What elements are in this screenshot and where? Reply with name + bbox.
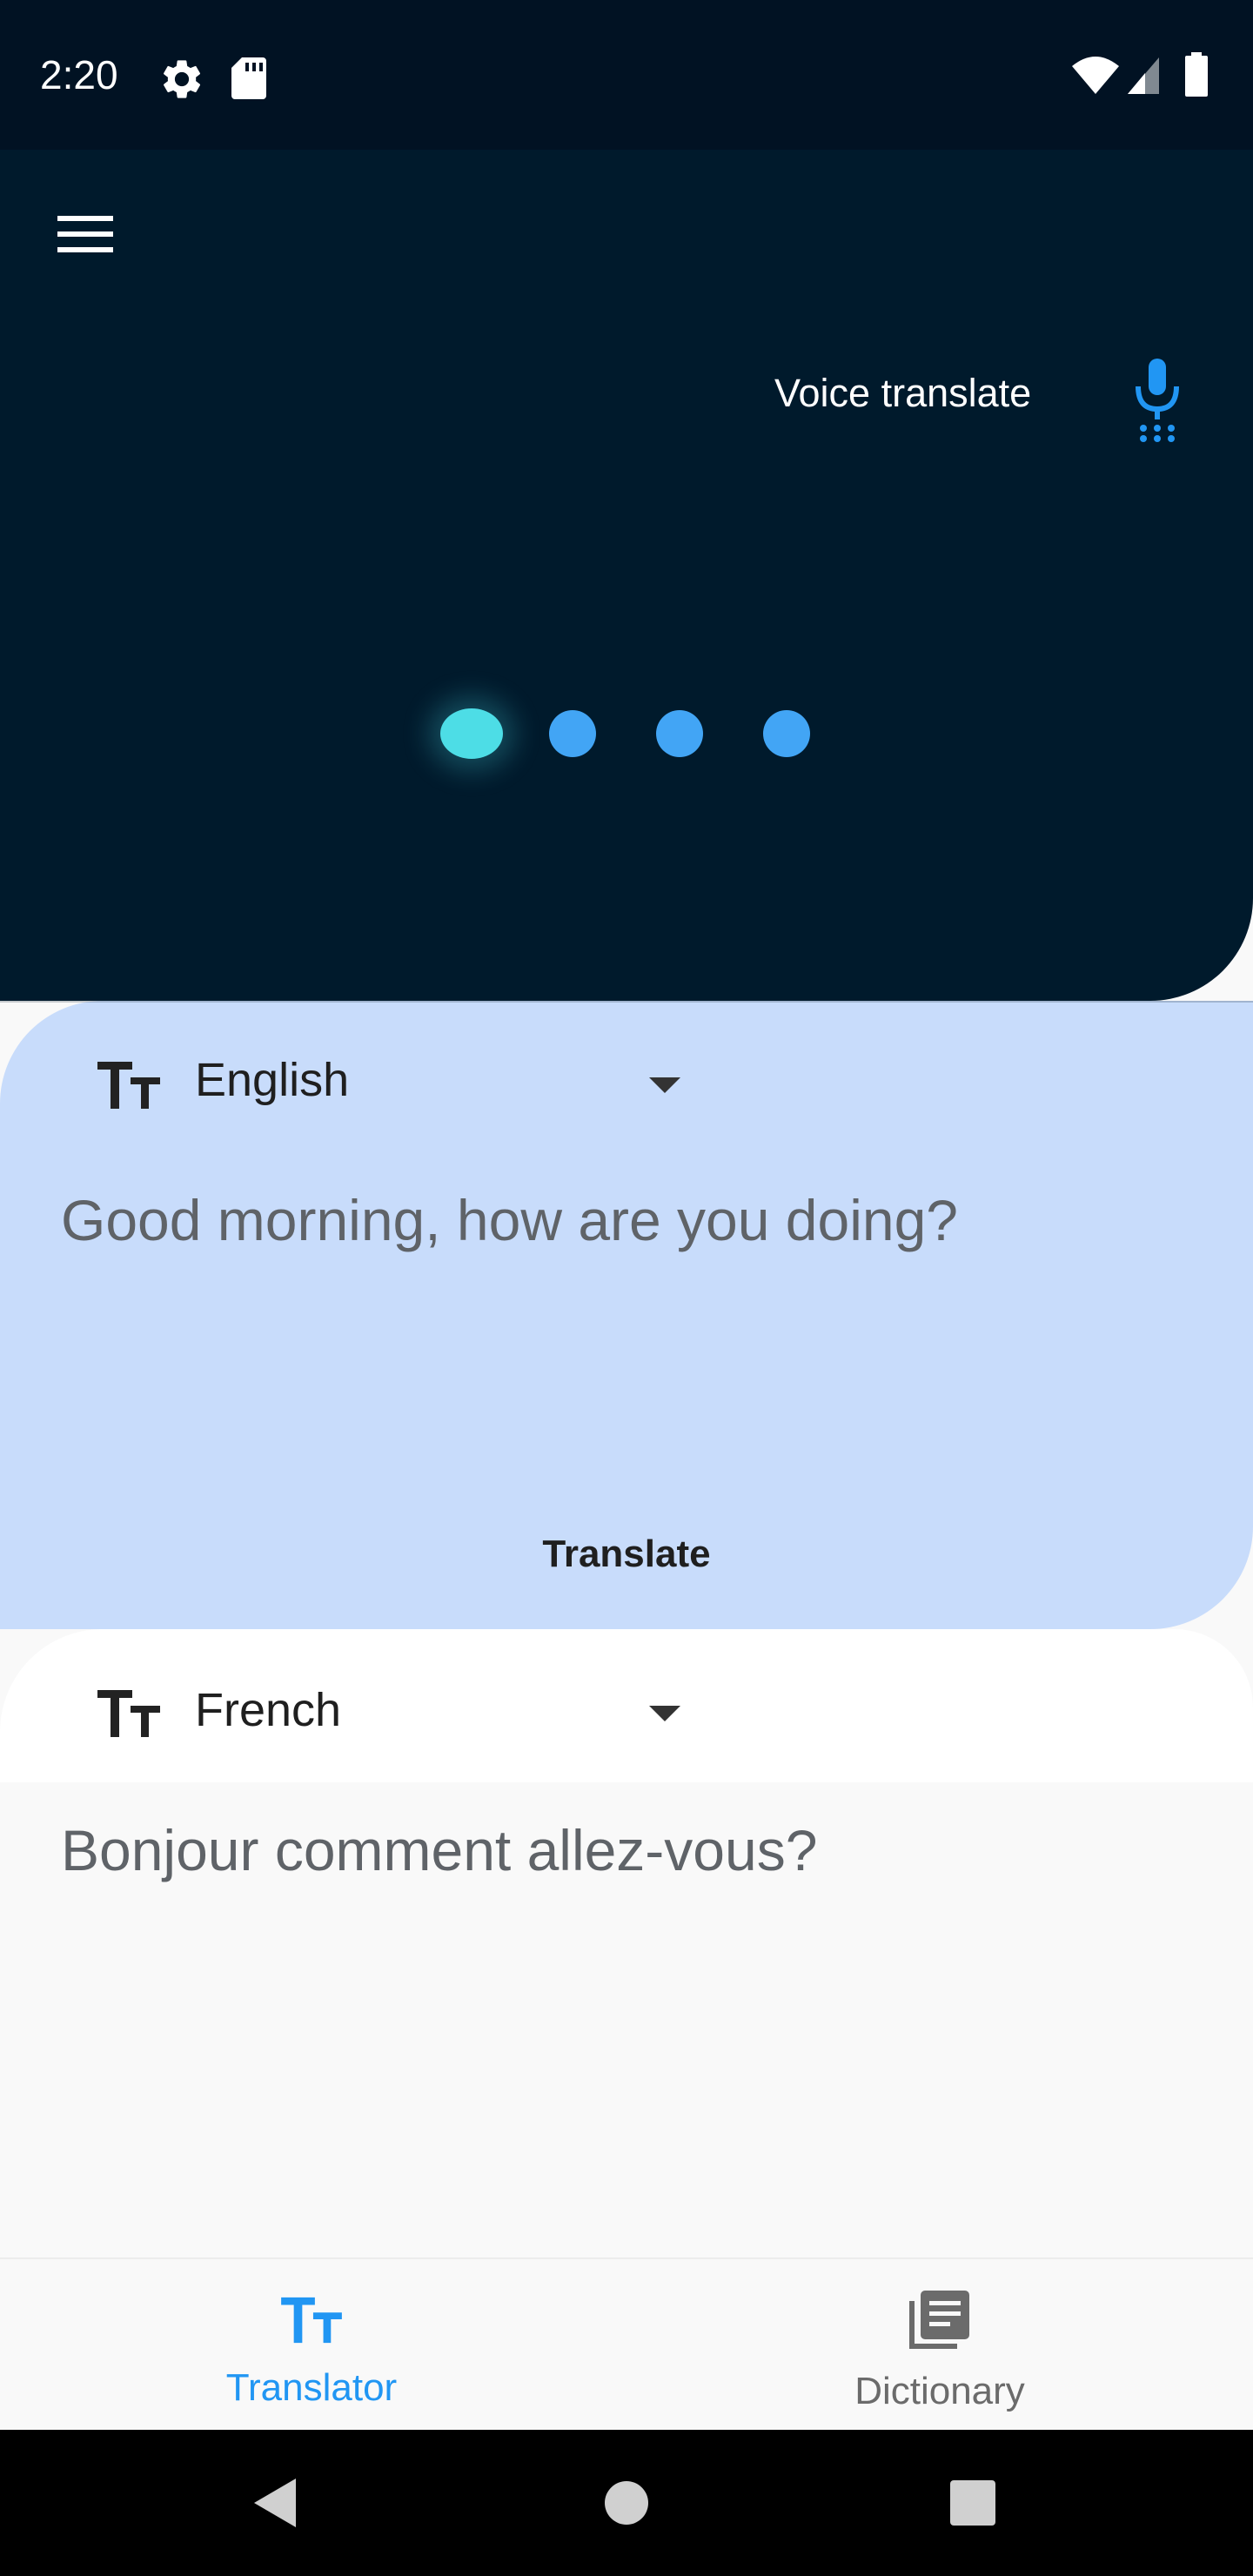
recents-icon[interactable] <box>950 2480 995 2526</box>
text-size-icon <box>281 2297 342 2344</box>
voice-translate-button[interactable] <box>1122 355 1192 442</box>
menu-button[interactable] <box>45 207 124 277</box>
sd-card-icon <box>231 57 266 99</box>
dropdown-caret-icon <box>649 1077 680 1093</box>
divider <box>0 1001 1253 1003</box>
wifi-icon <box>1072 57 1119 94</box>
nav-label-translator: Translator <box>225 2366 398 2409</box>
target-language-label: French <box>195 1684 342 1736</box>
home-icon[interactable] <box>604 2480 649 2526</box>
voice-translate-label[interactable]: Voice translate <box>774 367 1031 419</box>
page-indicator-dot[interactable] <box>549 710 596 757</box>
signal-icon <box>1128 57 1159 94</box>
nav-item-translator[interactable]: Translator <box>137 2280 486 2411</box>
translate-button[interactable]: Translate <box>487 1528 766 1580</box>
battery-icon <box>1185 52 1208 97</box>
nav-label-dictionary: Dictionary <box>854 2370 1025 2412</box>
source-text-input[interactable]: Good morning, how are you doing? <box>61 1184 958 1257</box>
back-icon[interactable] <box>251 2477 299 2529</box>
text-size-icon <box>97 1690 160 1737</box>
page-indicator-dot[interactable] <box>656 710 703 757</box>
text-size-icon <box>97 1062 160 1109</box>
page-indicator-dot[interactable] <box>763 710 810 757</box>
source-language-label: English <box>195 1054 350 1106</box>
microphone-icon <box>1136 359 1179 442</box>
hamburger-menu-icon <box>57 216 113 252</box>
status-time: 2:20 <box>40 52 118 97</box>
source-language-selector[interactable]: English <box>0 1041 1253 1128</box>
header-panel <box>0 150 1253 1001</box>
translated-text: Bonjour comment allez-vous? <box>61 1818 818 1882</box>
gear-icon <box>164 60 201 98</box>
nav-item-dictionary[interactable]: Dictionary <box>766 2280 1114 2412</box>
page-indicator-dot-active[interactable] <box>440 708 503 759</box>
dropdown-caret-icon <box>649 1706 680 1721</box>
dictionary-icon <box>909 2291 969 2349</box>
target-language-selector[interactable]: French <box>0 1671 1253 1758</box>
